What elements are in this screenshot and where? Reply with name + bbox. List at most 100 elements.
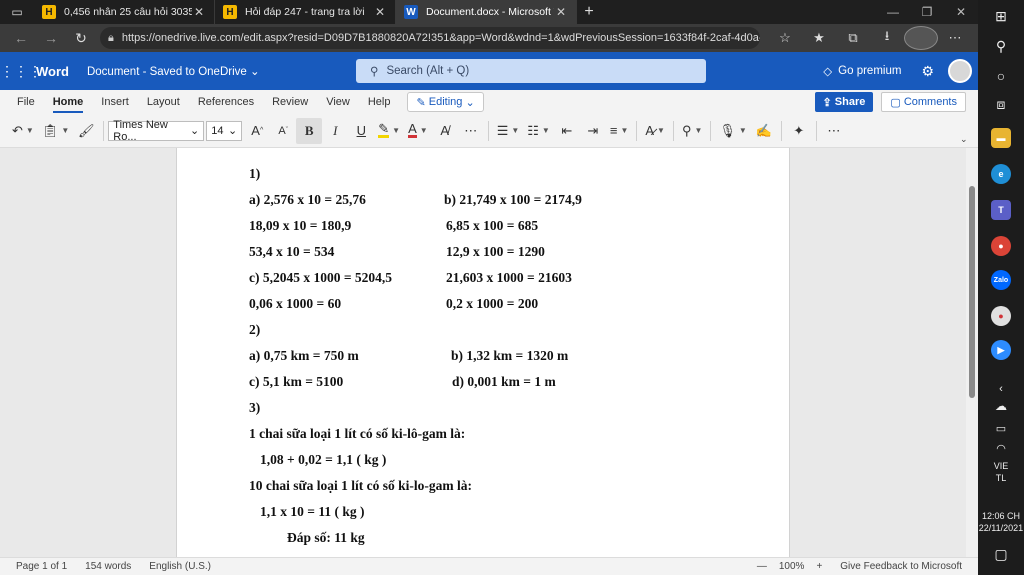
dictate-icon[interactable]: 🎙︎ ▼ bbox=[715, 118, 750, 144]
more-icon[interactable]: ⋯ bbox=[938, 26, 972, 50]
document-page[interactable]: 1) a) 2,576 x 10 = 25,76 b) 21,749 x 100 … bbox=[176, 148, 790, 557]
collections-icon[interactable]: ⧉ bbox=[836, 26, 870, 50]
doc-line: a) 2,576 x 10 = 25,76 b) 21,749 x 100 = 2… bbox=[249, 192, 582, 207]
close-window-icon[interactable]: ✕ bbox=[944, 0, 978, 24]
refresh-icon[interactable]: ↻ bbox=[66, 26, 96, 50]
clear-format-icon[interactable]: A̸ bbox=[432, 118, 458, 144]
editor-icon[interactable]: ✍ bbox=[751, 118, 777, 144]
italic-icon[interactable]: I bbox=[322, 118, 348, 144]
bold-icon[interactable]: B bbox=[296, 117, 323, 144]
tab-title: Document.docx - Microsoft Wor bbox=[426, 6, 554, 18]
format-painter-icon[interactable]: 🖌︎ bbox=[73, 118, 99, 144]
decrease-indent-icon[interactable]: ⇤ bbox=[554, 118, 580, 144]
gear-icon[interactable]: ⚙ bbox=[921, 63, 934, 80]
edge-icon[interactable]: e bbox=[978, 160, 1024, 188]
browser-tab-3[interactable]: W Document.docx - Microsoft Wor ✕ bbox=[396, 0, 577, 24]
share-button[interactable]: ⇪ Share bbox=[814, 92, 874, 112]
tab-view[interactable]: View bbox=[317, 90, 359, 114]
doc-line: 53,4 x 10 = 534 12,9 x 100 = 1290 bbox=[249, 244, 545, 259]
close-tab-icon[interactable]: ✕ bbox=[192, 5, 206, 19]
go-premium-button[interactable]: ◇ Go premium bbox=[823, 64, 901, 78]
more-options-icon[interactable]: ⋯ bbox=[821, 118, 847, 144]
increase-font-icon[interactable]: A ^ bbox=[244, 118, 270, 144]
language-indicator[interactable]: VIE TL bbox=[978, 460, 1024, 484]
tab-layout[interactable]: Layout bbox=[138, 90, 189, 114]
minimize-icon[interactable]: — bbox=[876, 0, 910, 24]
file-explorer-icon[interactable]: ▬ bbox=[978, 124, 1024, 152]
increase-indent-icon[interactable]: ⇥ bbox=[580, 118, 606, 144]
comments-button[interactable]: ▢ Comments bbox=[881, 92, 966, 112]
tab-file[interactable]: File bbox=[8, 90, 44, 114]
tab-references[interactable]: References bbox=[189, 90, 263, 114]
document-canvas: 1) a) 2,576 x 10 = 25,76 b) 21,749 x 100 … bbox=[0, 148, 966, 557]
task-view-icon[interactable]: ⧈ bbox=[978, 90, 1024, 118]
highlight-icon[interactable]: ✎ ▼ bbox=[374, 118, 404, 144]
clock[interactable]: 12:06 CH 22/11/2021 bbox=[978, 510, 1024, 534]
align-icon[interactable]: ≡ ▼ bbox=[606, 118, 633, 144]
app-name[interactable]: Word bbox=[36, 64, 69, 79]
zoom-in-icon[interactable]: + bbox=[816, 561, 822, 572]
tab-home[interactable]: Home bbox=[44, 90, 93, 114]
teams-icon[interactable]: T bbox=[978, 196, 1024, 224]
tab-help[interactable]: Help bbox=[359, 90, 400, 114]
new-tab-icon[interactable]: + bbox=[577, 0, 601, 24]
battery-icon[interactable]: ▭ bbox=[978, 418, 1024, 438]
app-launcher-icon[interactable]: ⋮⋮⋮ bbox=[0, 63, 42, 80]
notifications-icon[interactable]: ▢ bbox=[978, 540, 1024, 568]
tab-insert[interactable]: Insert bbox=[92, 90, 138, 114]
styles-icon[interactable]: A̷ ▼ bbox=[641, 118, 669, 144]
zalo-icon[interactable]: Zalo bbox=[978, 266, 1024, 294]
browser-tab-2[interactable]: H Hỏi đáp 247 - trang tra lời ✕ bbox=[215, 0, 396, 24]
url-field[interactable]: 🔒︎ https://onedrive.live.com/edit.aspx?r… bbox=[100, 27, 760, 49]
language-status[interactable]: English (U.S.) bbox=[149, 561, 211, 572]
bullets-icon[interactable]: ☰ ▼ bbox=[493, 118, 524, 144]
close-tab-icon[interactable]: ✕ bbox=[554, 5, 568, 19]
url-text: https://onedrive.live.com/edit.aspx?resi… bbox=[121, 32, 760, 44]
search-input[interactable]: ⚲ Search (Alt + Q) bbox=[356, 59, 706, 83]
zoom-out-icon[interactable]: — bbox=[757, 561, 767, 572]
editing-mode-button[interactable]: ✎ Editing ⌄ bbox=[407, 92, 484, 112]
decrease-font-icon[interactable]: Aˇ bbox=[270, 118, 296, 144]
font-color-icon[interactable]: A ▼ bbox=[404, 118, 432, 144]
vertical-scrollbar[interactable] bbox=[966, 148, 978, 557]
undo-icon[interactable]: ↶ ▼ bbox=[8, 118, 38, 144]
find-icon[interactable]: ⚲ ▼ bbox=[678, 118, 706, 144]
back-icon[interactable]: ← bbox=[6, 26, 36, 50]
designer-icon[interactable]: ✦ bbox=[786, 118, 812, 144]
restore-icon[interactable]: ❐ bbox=[910, 0, 944, 24]
tab-review[interactable]: Review bbox=[263, 90, 317, 114]
windows-start-icon[interactable]: ⊞ bbox=[978, 2, 1024, 30]
doc-line: c) 5,2045 x 1000 = 5204,5 21,603 x 1000 =… bbox=[249, 270, 572, 285]
chevron-down-icon[interactable]: ⌄ bbox=[960, 134, 968, 145]
browser-tab-1[interactable]: H 0,456 nhân 25 câu hỏi 3035754 ✕ bbox=[34, 0, 215, 24]
doc-line: 1,1 x 10 = 11 ( kg ) bbox=[260, 504, 365, 519]
more-font-icon[interactable]: ⋯ bbox=[458, 118, 484, 144]
numbering-icon[interactable]: ☷ ▼ bbox=[523, 118, 554, 144]
paste-icon[interactable]: 📋︎ ▼ bbox=[38, 118, 73, 144]
photos-icon[interactable]: ● bbox=[978, 302, 1024, 330]
font-family-select[interactable]: Times New Ro... ⌄ bbox=[108, 119, 205, 143]
cortana-icon[interactable]: ○ bbox=[978, 62, 1024, 90]
profile-icon[interactable] bbox=[904, 26, 938, 50]
search-icon[interactable]: ⚲ bbox=[978, 32, 1024, 60]
underline-icon[interactable]: U bbox=[348, 118, 374, 144]
forward-icon[interactable]: → bbox=[36, 26, 66, 50]
close-tab-icon[interactable]: ✕ bbox=[373, 5, 387, 19]
add-favorite-icon[interactable]: ☆ bbox=[768, 26, 802, 50]
document-title[interactable]: Document - Saved to OneDrive ⌄ bbox=[87, 64, 260, 78]
zoom-level[interactable]: 100% bbox=[779, 561, 805, 572]
wifi-icon[interactable]: ◠ bbox=[978, 438, 1024, 458]
tab-title: Hỏi đáp 247 - trang tra lời bbox=[245, 6, 365, 18]
scroll-thumb[interactable] bbox=[969, 186, 975, 398]
feedback-link[interactable]: Give Feedback to Microsoft bbox=[840, 561, 962, 572]
font-size-select[interactable]: 14 ⌄ bbox=[206, 120, 243, 141]
chrome-icon[interactable]: ● bbox=[978, 232, 1024, 260]
tab-title: 0,456 nhân 25 câu hỏi 3035754 bbox=[64, 6, 192, 18]
tab-actions-icon[interactable]: ▭ bbox=[0, 0, 34, 24]
zoom-app-icon[interactable]: ▶ bbox=[978, 336, 1024, 364]
downloads-icon[interactable]: ⭳ bbox=[870, 26, 904, 50]
onedrive-icon[interactable]: ☁ bbox=[978, 396, 1024, 416]
avatar[interactable] bbox=[948, 59, 972, 83]
favorites-icon[interactable]: ★ bbox=[802, 26, 836, 50]
chevron-left-icon[interactable]: ‹ bbox=[978, 382, 1024, 396]
